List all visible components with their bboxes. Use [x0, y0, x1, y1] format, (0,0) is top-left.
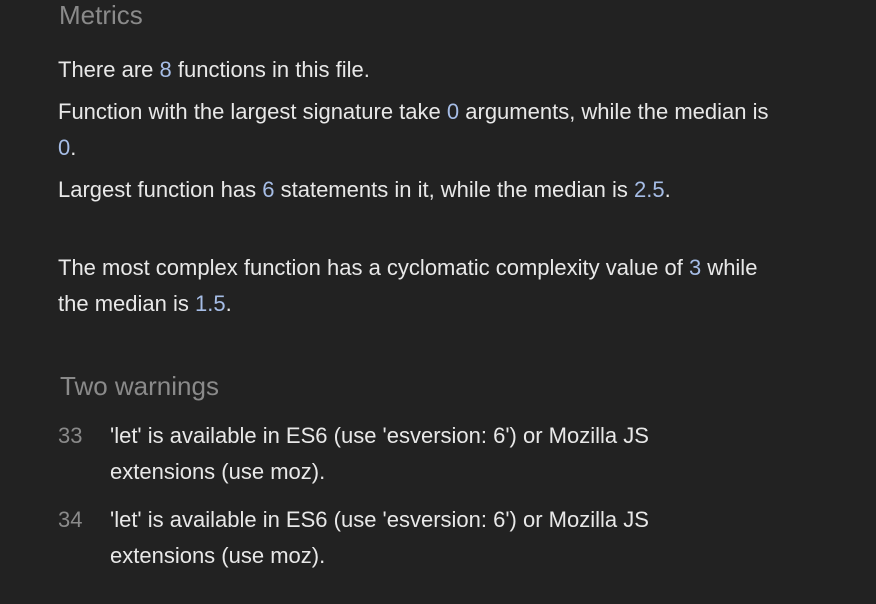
text-fragment: functions in this file.	[171, 57, 370, 82]
functions-count-text: There are 8 functions in this file.	[58, 52, 778, 88]
functions-count-value: 8	[159, 57, 172, 82]
warning-line-number: 34	[58, 507, 83, 532]
statements-text: Largest function has 6 statements in it,…	[58, 172, 778, 208]
median-complexity-value: 1.5	[194, 291, 226, 316]
text-fragment: There are	[58, 57, 160, 82]
largest-complexity-value: 3	[688, 255, 702, 280]
metrics-heading: Metrics	[59, 0, 143, 30]
warnings-heading: Two warnings	[60, 371, 219, 401]
text-fragment: .	[225, 291, 232, 316]
text-fragment: The most complex function has a cyclomat…	[58, 255, 689, 280]
text-fragment: .	[70, 135, 77, 160]
warning-message: 'let' is available in ES6 (use 'esversio…	[110, 423, 649, 484]
jshint-report-panel: Metrics There are 8 functions in this fi…	[0, 0, 876, 604]
text-fragment: Function with the largest signature take	[58, 99, 447, 124]
median-signature-value: 0	[58, 135, 71, 160]
median-statements-value: 2.5	[634, 177, 665, 202]
text-fragment: .	[664, 177, 671, 202]
text-fragment: statements in it, while the median is	[274, 177, 634, 202]
warning-row: 33 'let' is available in ES6 (use 'esver…	[58, 418, 778, 490]
complexity-text: The most complex function has a cyclomat…	[58, 250, 778, 322]
signature-text: Function with the largest signature take…	[58, 94, 778, 166]
largest-signature-value: 0	[446, 99, 460, 124]
text-fragment: Largest function has	[58, 177, 263, 202]
warning-row: 34 'let' is available in ES6 (use 'esver…	[58, 502, 778, 574]
text-fragment: arguments, while the median is	[459, 99, 769, 124]
warning-line-number: 33	[58, 423, 83, 448]
largest-statements-value: 6	[262, 177, 275, 202]
warning-message: 'let' is available in ES6 (use 'esversio…	[110, 507, 649, 568]
